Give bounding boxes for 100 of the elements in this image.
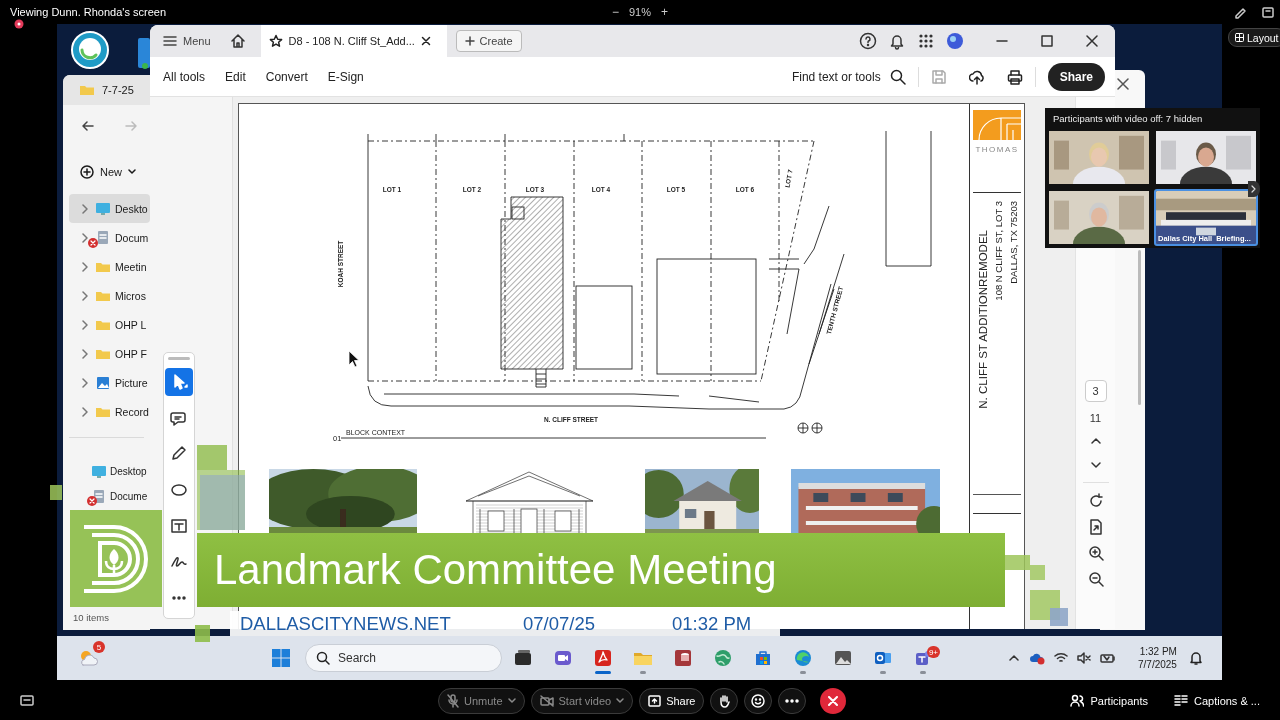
screen-share-status: Viewing Dunn. Rhonda's screen bbox=[10, 6, 166, 18]
document-tab[interactable]: D8 - 108 N. Cliff St_Add... bbox=[260, 25, 447, 57]
menu-item[interactable]: Convert bbox=[265, 69, 308, 84]
rotate-icon[interactable] bbox=[1087, 493, 1104, 509]
participants-button[interactable]: Participants bbox=[1070, 694, 1148, 708]
zoom-out-button[interactable]: − bbox=[609, 5, 621, 19]
mouse-pointer-icon bbox=[348, 350, 360, 368]
close-icon[interactable] bbox=[1117, 78, 1129, 90]
taskbar-button[interactable]: 9+ bbox=[903, 644, 943, 678]
speaker-muted-icon[interactable] bbox=[1077, 652, 1091, 664]
firm-logo-icon bbox=[973, 110, 1021, 140]
home-icon[interactable] bbox=[228, 32, 247, 50]
chevron-down-icon bbox=[507, 698, 516, 704]
chevron-icon bbox=[81, 261, 89, 272]
zoom-out-icon[interactable] bbox=[1087, 571, 1104, 587]
sidebar-item[interactable]: Picture bbox=[69, 368, 150, 397]
zoom-in-icon[interactable] bbox=[1087, 545, 1104, 561]
battery-icon[interactable] bbox=[1100, 652, 1116, 664]
monitor-icon bbox=[95, 200, 111, 217]
sidebar-item[interactable]: Meetin bbox=[69, 252, 150, 281]
share-button[interactable]: Share bbox=[1047, 62, 1105, 91]
unmute-button[interactable]: Unmute bbox=[438, 688, 525, 714]
back-arrow-icon[interactable] bbox=[82, 120, 94, 132]
camera-off-icon bbox=[539, 695, 554, 707]
browser-icon bbox=[793, 648, 813, 668]
start-icon[interactable] bbox=[271, 648, 291, 668]
store-icon bbox=[753, 648, 773, 668]
captions-icon bbox=[1173, 694, 1188, 708]
sidebar-item[interactable]: Micros bbox=[69, 281, 150, 310]
item-count: 10 items bbox=[72, 610, 110, 625]
text-box-icon bbox=[169, 516, 189, 536]
chevron-icon bbox=[81, 348, 89, 359]
leave-button[interactable] bbox=[820, 688, 847, 714]
microphone-off-icon bbox=[447, 694, 459, 708]
chat-icon[interactable] bbox=[20, 694, 34, 708]
print-icon[interactable] bbox=[1006, 68, 1023, 85]
date-label: 07/07/25 bbox=[523, 612, 596, 635]
document-icon bbox=[95, 229, 111, 246]
chevron-down-icon bbox=[128, 169, 136, 175]
notification-bell-icon[interactable] bbox=[1188, 651, 1203, 665]
next-page-icon[interactable] bbox=[1248, 181, 1260, 197]
cloud-icon[interactable] bbox=[1029, 651, 1045, 665]
sidebar-item[interactable]: Deskto bbox=[69, 194, 150, 223]
video-chat-icon bbox=[553, 648, 573, 668]
meeting-title: Landmark Committee Meeting bbox=[214, 546, 777, 594]
window-icon[interactable] bbox=[1261, 5, 1275, 19]
sidebar-item[interactable]: Docum bbox=[69, 223, 150, 252]
menu-item[interactable]: Edit bbox=[225, 69, 246, 84]
smiley-icon bbox=[751, 694, 766, 708]
notification-badge: 5 bbox=[93, 641, 105, 653]
project-title: N. CLIFF ST ADDITIONREMODEL bbox=[977, 230, 989, 409]
new-button[interactable]: New bbox=[74, 159, 142, 185]
help-icon[interactable] bbox=[859, 32, 877, 50]
sidebar-item[interactable]: OHP F bbox=[69, 339, 150, 368]
chevron-down-icon bbox=[616, 698, 625, 704]
reactions-button[interactable] bbox=[744, 688, 773, 714]
website-label: DALLASCITYNEWS.NET bbox=[240, 612, 452, 635]
plus-icon bbox=[464, 36, 475, 46]
apps-grid-icon[interactable] bbox=[917, 32, 935, 50]
close-icon[interactable] bbox=[1086, 35, 1098, 47]
document-icon[interactable] bbox=[1087, 519, 1104, 535]
upload-cloud-icon[interactable] bbox=[968, 68, 985, 85]
image-icon bbox=[95, 374, 111, 391]
scroll-bar[interactable] bbox=[1138, 250, 1141, 405]
close-icon[interactable] bbox=[420, 36, 431, 46]
time-label: 01:32 PM bbox=[672, 612, 752, 635]
quick-access-item[interactable]: Desktop bbox=[63, 459, 150, 484]
sidebar-item[interactable]: OHP L bbox=[69, 310, 150, 339]
close-icon bbox=[828, 696, 839, 706]
pdf-app-icon bbox=[593, 648, 613, 668]
notification-badge: 9+ bbox=[926, 646, 940, 658]
grid-icon bbox=[1235, 33, 1244, 42]
annotate-icon[interactable] bbox=[1233, 5, 1247, 19]
menu-item[interactable]: All tools bbox=[163, 69, 206, 84]
more-button[interactable] bbox=[778, 688, 807, 714]
project-city: DALLAS, TX 75203 bbox=[1008, 201, 1019, 284]
chevron-icon bbox=[81, 203, 89, 214]
maximize-icon[interactable] bbox=[1041, 35, 1053, 47]
bell-icon[interactable] bbox=[888, 32, 906, 50]
menu-item[interactable]: E-Sign bbox=[327, 69, 364, 84]
page-number-field[interactable]: 3 bbox=[1084, 380, 1107, 402]
raise-hand-button[interactable] bbox=[710, 688, 739, 714]
zoom-in-button[interactable]: + bbox=[659, 5, 671, 19]
people-icon bbox=[1070, 694, 1085, 708]
sidebar-item[interactable]: Record bbox=[69, 397, 150, 426]
search-field[interactable]: Search bbox=[305, 644, 502, 672]
avatar-icon[interactable] bbox=[946, 32, 964, 50]
quick-access-item[interactable]: Docume bbox=[63, 484, 150, 509]
captions-button[interactable]: Captions & ... bbox=[1173, 694, 1260, 708]
find-button[interactable]: Find text or tools bbox=[791, 68, 906, 85]
start-video-button[interactable]: Start video bbox=[530, 688, 634, 714]
create-button[interactable]: Create bbox=[455, 30, 522, 52]
image-app-icon bbox=[833, 648, 853, 668]
menu-icon bbox=[163, 35, 177, 47]
clock[interactable]: 1:32 PM 7/7/2025 bbox=[1138, 645, 1177, 671]
share-button[interactable]: Share bbox=[639, 688, 705, 714]
layout-button[interactable]: Layout bbox=[1228, 28, 1280, 47]
menu-button[interactable]: Menu bbox=[163, 35, 211, 47]
chevron-up-icon[interactable] bbox=[1008, 652, 1020, 664]
wifi-icon[interactable] bbox=[1054, 652, 1068, 664]
